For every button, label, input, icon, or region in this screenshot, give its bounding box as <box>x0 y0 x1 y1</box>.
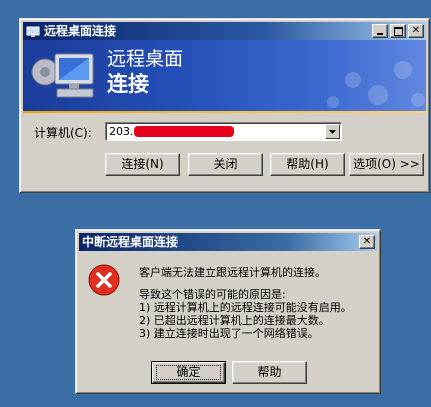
minimize-icon <box>377 33 383 35</box>
rdc-banner: 远程桌面 连接 <box>23 40 426 111</box>
banner-title-line2: 连接 <box>107 72 149 96</box>
options-button[interactable]: 选项(O) >> <box>349 153 424 176</box>
close-button-label: 关闭 <box>213 157 238 171</box>
banner-divider <box>23 111 426 113</box>
rdc-app-icon <box>26 25 40 37</box>
computer-label: 计算机(C): <box>34 126 92 140</box>
computer-combobox[interactable]: 203. <box>105 122 342 141</box>
rdc-titlebar[interactable]: 远程桌面连接 ✕ <box>23 22 426 40</box>
help-button[interactable]: 帮助(H) <box>270 153 345 176</box>
close-window-button[interactable]: ✕ <box>408 24 424 38</box>
maximize-button[interactable] <box>390 24 406 38</box>
close-icon: ✕ <box>411 25 421 36</box>
combobox-dropdown-button[interactable] <box>325 124 340 139</box>
maximize-icon <box>393 26 403 36</box>
error-icon <box>88 264 120 296</box>
computer-input-value[interactable]: 203. <box>109 125 134 138</box>
connect-button[interactable]: 连接(N) <box>105 153 180 176</box>
connect-button-label: 连接(N) <box>121 157 164 171</box>
reason-item-3: 3) 建立连接时出现了一个网络错误。 <box>139 327 319 340</box>
error-help-button-label: 帮助 <box>257 365 282 379</box>
close-button[interactable]: 关闭 <box>188 153 263 176</box>
focus-ring <box>156 365 221 380</box>
remote-desktop-computer-icon <box>31 53 94 98</box>
ok-button[interactable]: 确定 <box>151 361 226 384</box>
help-button-label: 帮助(H) <box>286 157 329 171</box>
rdc-window: 远程桌面连接 ✕ 远程桌面 连接 计算机(C): 203. 连接(N) 关闭 帮… <box>19 18 430 193</box>
rdc-title: 远程桌面连接 <box>44 24 117 38</box>
chevron-down-icon <box>329 129 336 134</box>
error-help-button[interactable]: 帮助 <box>232 361 307 384</box>
error-dialog-titlebar[interactable]: 中断远程桌面连接 ✕ <box>79 233 377 251</box>
error-dialog-close-button[interactable]: ✕ <box>359 235 375 249</box>
error-message: 客户端无法建立跟远程计算机的连接。 <box>139 266 326 279</box>
redacted-address <box>134 126 234 137</box>
error-dialog-title: 中断远程桌面连接 <box>82 235 179 249</box>
options-button-label: 选项(O) >> <box>353 157 420 171</box>
error-dialog: 中断远程桌面连接 ✕ 客户端无法建立跟远程计算机的连接。 导致这个错误的可能的原… <box>75 229 381 394</box>
minimize-button[interactable] <box>372 24 388 38</box>
banner-title-line1: 远程桌面 <box>107 48 184 70</box>
close-icon: ✕ <box>362 236 372 247</box>
